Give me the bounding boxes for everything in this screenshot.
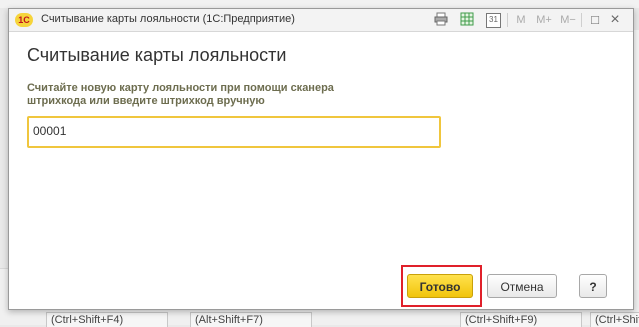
spreadsheet-icon[interactable] [459,12,475,28]
title-bar: 1С Считывание карты лояльности (1С:Предп… [9,9,633,32]
done-button[interactable]: Готово [407,274,473,298]
barcode-input[interactable] [33,123,431,139]
instruction-text: Считайте новую карту лояльности при помо… [27,82,334,107]
shortcut-label: (Ctrl+Shift+F9) [460,312,582,327]
toolbar-separator [507,13,508,27]
barcode-field[interactable] [27,116,441,148]
shortcut-label: (Ctrl+Shift+F4) [46,312,168,327]
calendar-number: 31 [486,13,501,28]
window-app-name: (1С:Предприятие) [202,13,295,25]
help-button[interactable]: ? [579,274,607,298]
shortcut-label: (Ctrl+Shift [590,312,639,327]
restore-button[interactable]: □ [587,12,603,28]
print-icon[interactable] [433,12,449,28]
memory-minus-button[interactable]: M− [557,12,579,28]
shortcut-label: (Alt+Shift+F7) [190,312,312,327]
window-title: Считывание карты лояльности (1С:Предприя… [41,13,295,25]
background-app [0,0,639,8]
memory-button[interactable]: M [513,12,529,28]
cancel-button[interactable]: Отмена [487,274,557,298]
loyalty-card-dialog: 1С Считывание карты лояльности (1С:Предп… [8,8,634,310]
calendar-icon[interactable]: 31 [485,12,501,28]
form-title: Считывание карты лояльности [27,45,287,65]
window-title-text: Считывание карты лояльности [41,13,200,25]
close-button[interactable]: × [607,12,623,28]
1c-logo-icon: 1С [15,13,33,27]
memory-plus-button[interactable]: M+ [533,12,555,28]
toolbar-separator [581,13,582,27]
